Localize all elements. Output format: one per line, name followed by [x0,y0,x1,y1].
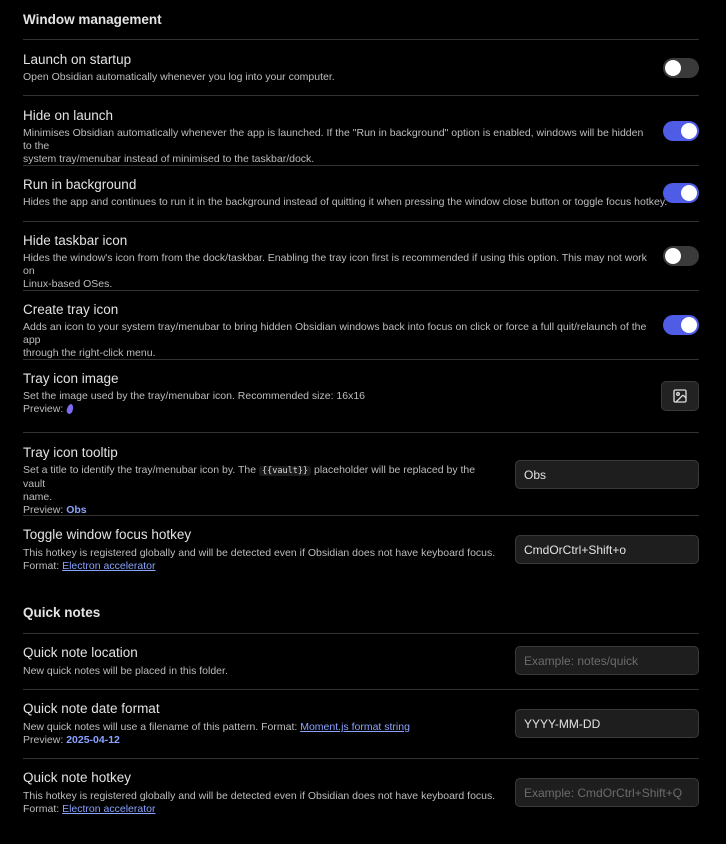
divider [23,359,699,360]
electron-accelerator-link[interactable]: Electron accelerator [62,803,155,815]
setting-desc-quick-note-hotkey: This hotkey is registered globally and w… [23,790,495,816]
setting-title-hide-on-launch: Hide on launch [23,108,114,123]
desc-line: Minimises Obsidian automatically wheneve… [23,127,644,152]
desc-line: Hides the window's icon from from the do… [23,252,647,277]
setting-desc-hide-on-launch: Minimises Obsidian automatically wheneve… [23,127,648,166]
desc-text: Set a title to identify the tray/menubar… [23,464,257,476]
hide-on-launch-toggle[interactable] [663,121,699,141]
setting-desc-quick-note-location: New quick notes will be placed in this f… [23,665,228,677]
obsidian-logo-icon [66,403,75,415]
divider [23,95,699,96]
format-label: Format: [23,560,60,572]
divider [23,221,699,222]
toggle-knob [665,248,681,264]
electron-accelerator-link[interactable]: Electron accelerator [62,560,155,572]
preview-value: 2025-04-12 [66,734,120,746]
tray-icon-tooltip-input[interactable] [515,460,699,489]
divider [23,633,699,634]
toggle-knob [681,317,697,333]
divider [23,165,699,166]
desc-line: This hotkey is registered globally and w… [23,547,496,559]
setting-title-tray-icon-image: Tray icon image [23,371,119,386]
setting-desc-quick-note-date-format: New quick notes will use a filename of t… [23,721,410,747]
preview-label: Preview: [23,734,64,746]
setting-title-toggle-window-focus-hotkey: Toggle window focus hotkey [23,527,192,542]
divider [23,290,699,291]
section-heading-quick-notes: Quick notes [23,605,101,620]
choose-tray-image-button[interactable] [661,381,699,411]
setting-title-quick-note-date-format: Quick note date format [23,701,160,716]
toggle-knob [681,185,697,201]
quick-note-date-format-input[interactable] [515,709,699,738]
desc-text: New quick notes will use a filename of t… [23,721,298,733]
toggle-knob [665,60,681,76]
format-line: Format: Electron accelerator [23,803,495,816]
launch-on-startup-toggle[interactable] [663,58,699,78]
hide-taskbar-icon-toggle[interactable] [663,246,699,266]
setting-title-run-in-background: Run in background [23,177,137,192]
tray-icon-preview: Preview: [23,403,365,416]
preview-label: Preview: [23,403,64,415]
vault-placeholder-code: {{vault}} [259,466,312,476]
setting-title-quick-note-location: Quick note location [23,645,138,660]
divider [23,689,699,690]
setting-title-tray-icon-tooltip: Tray icon tooltip [23,445,118,460]
quick-note-location-input[interactable] [515,646,699,675]
image-icon [673,389,687,403]
divider [23,758,699,759]
setting-title-launch-on-startup: Launch on startup [23,52,132,67]
format-label: Format: [23,803,60,815]
setting-title-hide-taskbar-icon: Hide taskbar icon [23,233,128,248]
setting-title-quick-note-hotkey: Quick note hotkey [23,770,132,785]
date-preview: Preview: 2025-04-12 [23,734,410,747]
desc-line: name. [23,491,53,503]
setting-desc-create-tray-icon: Adds an icon to your system tray/menubar… [23,321,653,360]
format-line: Format: Electron accelerator [23,560,495,573]
create-tray-icon-toggle[interactable] [663,315,699,335]
toggle-window-focus-hotkey-input[interactable] [515,535,699,564]
divider [23,515,699,516]
toggle-knob [681,123,697,139]
desc-line: New quick notes will use a filename of t… [23,721,410,734]
setting-desc-launch-on-startup: Open Obsidian automatically whenever you… [23,71,335,83]
setting-title-create-tray-icon: Create tray icon [23,302,119,317]
divider [23,39,699,40]
desc-line: Set a title to identify the tray/menubar… [23,464,493,491]
setting-desc-hide-taskbar-icon: Hides the window's icon from from the do… [23,252,648,291]
setting-desc-toggle-window-focus-hotkey: This hotkey is registered globally and w… [23,547,495,573]
run-in-background-toggle[interactable] [663,183,699,203]
quick-note-hotkey-input[interactable] [515,778,699,807]
moment-format-link[interactable]: Moment.js format string [300,721,410,733]
section-heading-window-management: Window management [23,12,162,27]
divider [23,432,699,433]
setting-desc-tray-icon-image: Set the image used by the tray/menubar i… [23,390,365,416]
desc-line: This hotkey is registered globally and w… [23,790,496,802]
desc-line: Adds an icon to your system tray/menubar… [23,321,647,346]
desc-line: Set the image used by the tray/menubar i… [23,390,366,402]
setting-desc-tray-icon-tooltip: Set a title to identify the tray/menubar… [23,464,493,517]
setting-desc-run-in-background: Hides the app and continues to run it in… [23,196,668,208]
